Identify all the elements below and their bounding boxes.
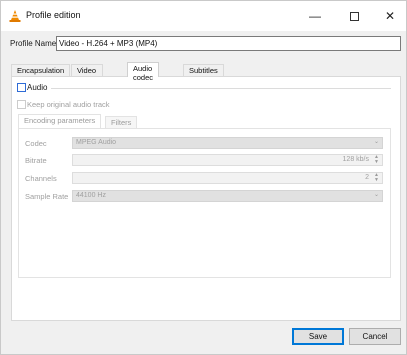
codec-label: Codec (25, 139, 47, 148)
keep-original-audio-label: Keep original audio track (27, 100, 110, 109)
bitrate-spinbox[interactable]: 128 kb/s ▲ ▼ (72, 154, 383, 166)
audio-checkbox-label: Audio (27, 83, 48, 92)
keep-original-audio-checkbox[interactable] (17, 100, 26, 109)
bitrate-label: Bitrate (25, 156, 47, 165)
channels-label: Channels (25, 174, 57, 183)
subtab-encoding-parameters[interactable]: Encoding parameters (18, 114, 102, 128)
title-bar: Profile edition — ✕ (1, 1, 406, 31)
subtab-filters[interactable]: Filters (105, 116, 138, 128)
sample-rate-select[interactable]: 44100 Hz ⌄ (72, 190, 383, 202)
tab-audio-codec[interactable]: Audio codec (127, 62, 159, 82)
chevron-down-icon: ⌄ (373, 192, 379, 198)
audio-checkbox[interactable] (17, 83, 26, 92)
encoding-parameters-panel (18, 128, 391, 278)
vlc-cone-icon (9, 10, 21, 22)
channels-spinbox[interactable]: 2 ▲ ▼ (72, 172, 383, 184)
codec-value: MPEG Audio (76, 139, 117, 146)
maximize-icon (349, 11, 359, 21)
profile-name-input[interactable] (56, 36, 401, 51)
sample-rate-value: 44100 Hz (76, 192, 106, 199)
close-button[interactable]: ✕ (377, 5, 403, 27)
spin-arrows-icon[interactable]: ▲ ▼ (373, 173, 380, 183)
maximize-button[interactable] (341, 5, 367, 27)
bitrate-value: 128 kb/s (342, 156, 369, 163)
channels-value: 2 (365, 174, 369, 181)
chevron-down-icon: ⌄ (373, 139, 379, 145)
profile-name-label: Profile Name (10, 39, 57, 48)
save-button[interactable]: Save (292, 328, 344, 345)
minimize-button[interactable]: — (302, 5, 328, 27)
minimize-icon: — (309, 9, 321, 23)
profile-edition-window: Profile edition — ✕ Profile Name Encapsu… (0, 0, 407, 355)
spin-arrows-icon[interactable]: ▲ ▼ (373, 155, 380, 165)
cancel-button[interactable]: Cancel (349, 328, 401, 345)
audio-group-divider (51, 88, 391, 89)
close-icon: ✕ (384, 9, 396, 23)
window-title: Profile edition (26, 10, 81, 20)
codec-select[interactable]: MPEG Audio ⌄ (72, 137, 383, 149)
sample-rate-label: Sample Rate (25, 192, 69, 201)
